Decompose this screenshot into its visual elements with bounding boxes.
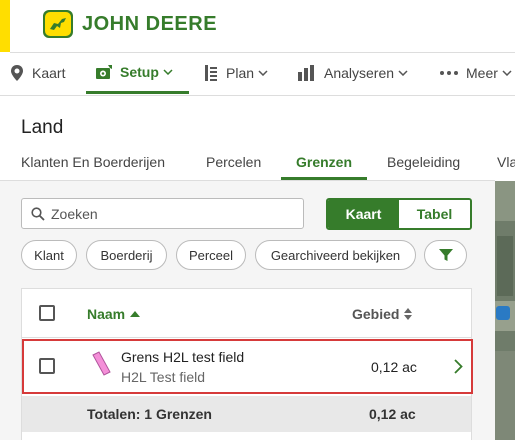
filter-button[interactable] <box>424 240 467 270</box>
filter-chip-boerderij[interactable]: Boerderij <box>86 240 167 270</box>
nav-label: Analyseren <box>324 65 395 81</box>
boundary-name: Grens H2L test field <box>121 349 245 365</box>
map-view[interactable] <box>495 181 515 440</box>
brand-name: JOHN DEERE <box>82 12 218 35</box>
nav-item-setup[interactable]: Setup <box>86 53 189 94</box>
boundaries-table: Naam Gebied Grens H2L test field H2L Tes… <box>21 288 473 441</box>
sort-ascending-icon <box>130 311 141 317</box>
page-title: Land <box>21 117 64 138</box>
row-checkbox[interactable] <box>39 358 55 374</box>
gear-icon <box>96 65 112 79</box>
column-header-naam[interactable]: Naam <box>87 306 141 322</box>
funnel-icon <box>438 249 453 261</box>
john-deere-logo[interactable]: JOHN DEERE <box>42 9 217 39</box>
bar-chart-icon <box>298 65 314 81</box>
nav-label: Kaart <box>32 65 66 81</box>
nav-item-kaart[interactable]: Kaart <box>9 53 65 93</box>
table-row[interactable]: Grens H2L test field H2L Test field 0,12… <box>22 339 473 394</box>
table-view-toggle-button[interactable]: Tabel <box>399 200 470 228</box>
tab-vla[interactable]: Vla <box>497 154 515 170</box>
deer-logo-icon <box>43 10 73 38</box>
totals-label: Totalen: 1 Grenzen <box>87 406 212 422</box>
table-header: Naam Gebied <box>22 289 471 338</box>
chevron-down-icon <box>502 70 512 76</box>
nav-item-plan[interactable]: Plan <box>203 53 275 93</box>
more-dots-icon <box>440 71 458 75</box>
totals-area: 0,12 ac <box>369 406 416 422</box>
column-header-gebied[interactable]: Gebied <box>352 306 413 322</box>
chevron-down-icon <box>163 69 173 75</box>
chevron-down-icon <box>258 70 268 76</box>
tab-begeleiding[interactable]: Begeleiding <box>387 154 460 170</box>
map-view-toggle-button[interactable]: Kaart <box>328 200 399 228</box>
tab-grenzen[interactable]: Grenzen <box>281 154 368 180</box>
brand-accent-bar <box>0 0 10 52</box>
chevron-down-icon <box>398 70 408 76</box>
view-toggle: Kaart Tabel <box>326 198 472 230</box>
search-icon <box>31 206 45 221</box>
nav-label: Setup <box>120 64 159 80</box>
map-pin-icon <box>11 65 23 81</box>
nav-item-meer[interactable]: Meer <box>439 53 515 93</box>
search-input[interactable] <box>49 204 293 223</box>
tab-klanten-en-boerderijen[interactable]: Klanten En Boerderijen <box>21 154 165 170</box>
nav-item-analyseren[interactable]: Analyseren <box>297 53 415 93</box>
filter-chip-klant[interactable]: Klant <box>21 240 77 270</box>
boundary-area: 0,12 ac <box>371 359 417 375</box>
search-box[interactable] <box>21 198 304 229</box>
app-header: JOHN DEERE <box>10 0 515 53</box>
field-name: H2L Test field <box>121 369 206 385</box>
map-marker-icon[interactable] <box>496 306 510 320</box>
land-tabs: Klanten En Boerderijen Percelen Grenzen … <box>0 148 515 181</box>
select-all-checkbox[interactable] <box>39 305 55 321</box>
filter-chip-gearchiveerd-bekijken[interactable]: Gearchiveerd bekijken <box>255 240 416 270</box>
main-nav: Kaart Setup Plan Analyseren Meer <box>0 53 515 96</box>
plan-icon <box>205 65 217 81</box>
tab-percelen[interactable]: Percelen <box>206 154 261 170</box>
nav-label: Plan <box>226 65 255 81</box>
field-boundary-shape-icon <box>92 351 111 376</box>
filter-chip-perceel[interactable]: Perceel <box>176 240 246 270</box>
nav-label: Meer <box>466 65 498 81</box>
table-totals: Totalen: 1 Grenzen 0,12 ac <box>22 396 471 432</box>
chevron-right-icon[interactable] <box>454 359 463 374</box>
sort-icon <box>404 308 413 320</box>
